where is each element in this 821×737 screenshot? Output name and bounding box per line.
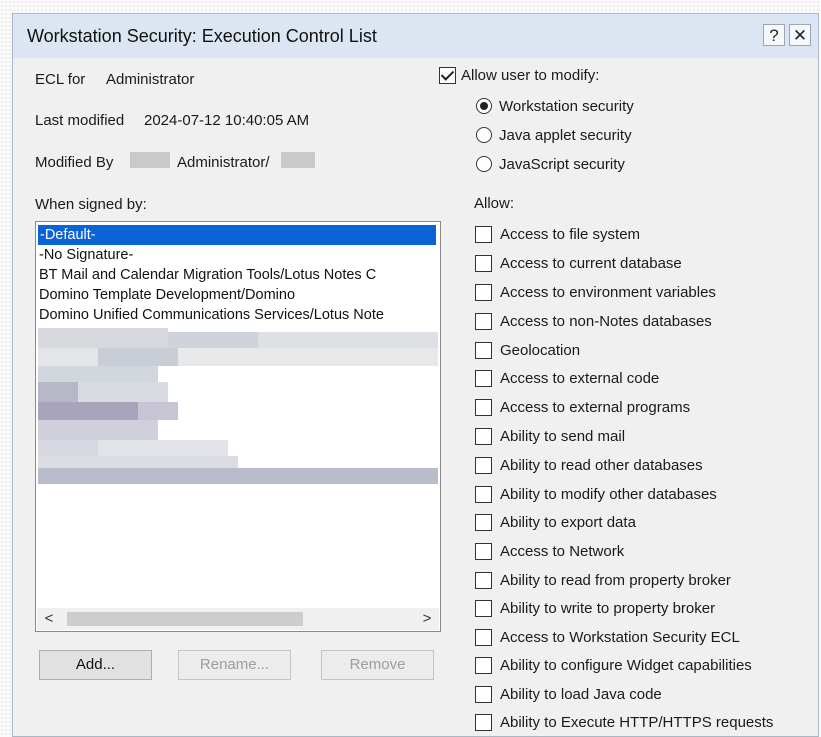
scroll-left-icon[interactable]: < [39,608,59,630]
ecl-for-value: Administrator [106,71,195,88]
checkbox[interactable] [475,543,492,560]
signers-listbox[interactable]: -Default- -No Signature- BT Mail and Cal… [35,221,441,632]
allow-item-label: Access to Network [500,543,625,560]
allow-item-label: Ability to read other databases [500,457,703,474]
allow-item-label: Geolocation [500,342,581,359]
allow-item-label: Ability to modify other databases [500,486,717,503]
list-item[interactable]: -Default- [38,225,436,245]
modified-by-value: Administrator/ [177,154,270,171]
checkbox[interactable] [475,313,492,330]
scroll-right-icon[interactable]: > [417,608,437,630]
checkbox[interactable] [475,514,492,531]
allow-item-label: Ability to export data [500,514,636,531]
allow-item-label: Access to current database [500,255,682,272]
last-modified-label: Last modified [35,112,125,129]
checkbox[interactable] [475,657,492,674]
allow-item-label: Ability to write to property broker [500,600,716,617]
list-item[interactable]: BT Mail and Calendar Migration Tools/Lot… [39,265,376,285]
allow-item-label: Ability to send mail [500,428,626,445]
add-button[interactable]: Add... [39,650,152,680]
checkbox[interactable] [475,486,492,503]
checkbox[interactable] [475,714,492,731]
allow-user-modify-label: Allow user to modify: [461,67,600,84]
list-item[interactable]: Domino Template Development/Domino [39,285,295,305]
ecl-for-label: ECL for [35,71,86,88]
allow-item-label: Ability to configure Widget capabilities [500,657,752,674]
list-item[interactable]: -No Signature- [39,245,133,265]
last-modified-value: 2024-07-12 10:40:05 AM [144,112,310,129]
allow-item-label: Access to non-Notes databases [500,313,712,330]
checkbox[interactable] [475,686,492,703]
checkbox[interactable] [475,284,492,301]
allow-item-label: Ability to read from property broker [500,572,731,589]
background: Workstation Security: Execution Control … [0,0,821,737]
when-signed-by-label: When signed by: [35,196,147,213]
allow-label: Allow: [474,195,515,212]
checkbox[interactable] [475,342,492,359]
modified-by-label: Modified By [35,154,114,171]
checkbox[interactable] [475,399,492,416]
allow-item-label: Access to Workstation Security ECL [500,629,740,646]
redacted-block [281,152,315,168]
checkbox[interactable] [475,226,492,243]
allow-item-label: Ability to load Java code [500,686,662,703]
allow-item-label: Access to file system [500,226,641,243]
radio-java-applet-security[interactable] [476,127,492,143]
checkbox[interactable] [475,457,492,474]
checkbox[interactable] [475,572,492,589]
checkbox[interactable] [475,255,492,272]
allow-item-label: Access to external code [500,370,660,387]
scroll-thumb[interactable] [67,612,303,626]
dialog-title: Workstation Security: Execution Control … [27,26,377,46]
radio-workstation-security[interactable] [476,98,492,114]
allow-item-label: Access to external programs [500,399,691,416]
list-item[interactable]: Domino Unified Communications Services/L… [39,305,384,325]
checkbox[interactable] [475,370,492,387]
remove-button[interactable]: Remove [321,650,434,680]
title-bar: Workstation Security: Execution Control … [13,14,818,58]
help-button[interactable]: ? [763,24,785,46]
checkbox[interactable] [475,600,492,617]
radio-label: JavaScript security [499,156,625,173]
horizontal-scrollbar[interactable]: < > [37,608,439,630]
close-button[interactable]: ✕ [789,24,811,46]
allow-item-label: Ability to Execute HTTP/HTTPS requests [500,714,774,731]
radio-javascript-security[interactable] [476,156,492,172]
redacted-list-items [38,328,438,490]
redacted-block [130,152,170,168]
radio-label: Java applet security [499,127,632,144]
checkbox[interactable] [475,428,492,445]
rename-button[interactable]: Rename... [178,650,291,680]
checkbox[interactable] [475,629,492,646]
ecl-dialog: Workstation Security: Execution Control … [12,13,819,737]
radio-label: Workstation security [499,98,634,115]
allow-item-label: Access to environment variables [500,284,716,301]
allow-user-modify-checkbox[interactable] [439,67,456,84]
